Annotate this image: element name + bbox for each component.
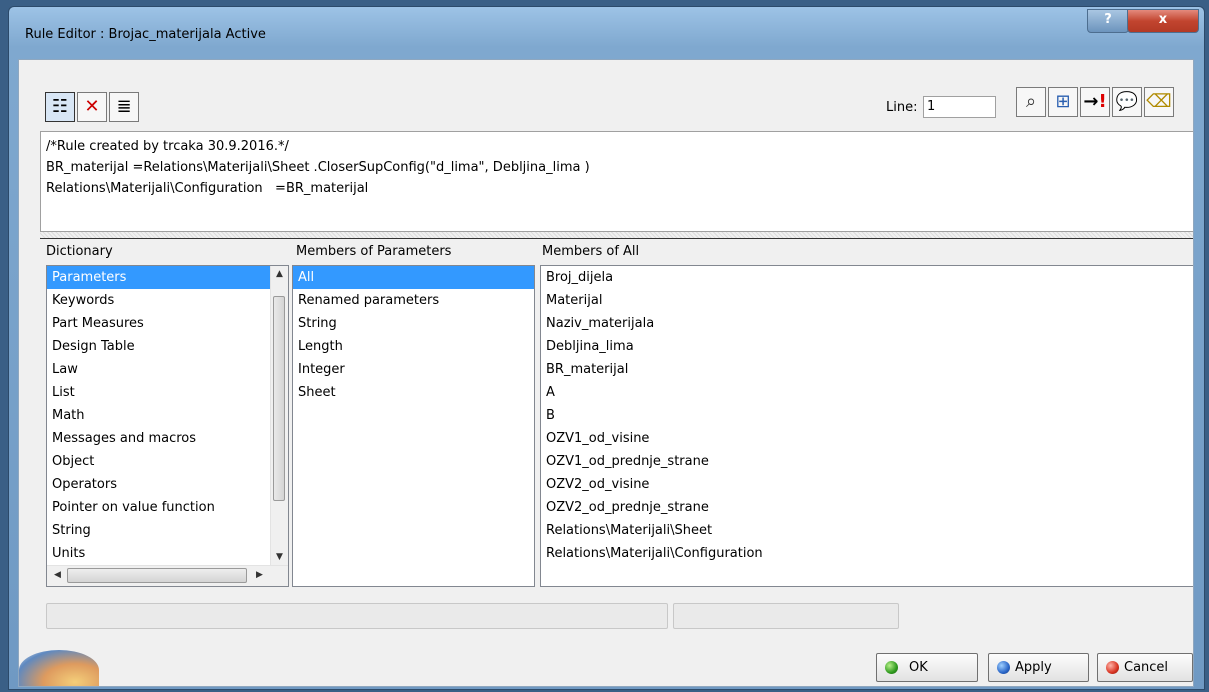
members-all-header: Members of All: [542, 244, 640, 259]
scroll-left-icon[interactable]: ◀: [49, 567, 66, 584]
members-all-item[interactable]: OZV1_od_prednje_strane: [541, 450, 1193, 473]
members-all-item[interactable]: OZV2_od_visine: [541, 473, 1193, 496]
dictionary-item[interactable]: List: [47, 381, 271, 404]
members-all-item[interactable]: A: [541, 381, 1193, 404]
scroll-up-icon[interactable]: ▲: [271, 266, 288, 283]
horizontal-scroll-thumb[interactable]: [67, 568, 247, 583]
line-label: Line:: [886, 100, 918, 115]
dialog-body: ☷ ✕ ≣ Line: 1 ⌕ ⊞ →! 💬 ⌫ /*Rule created …: [18, 59, 1194, 687]
ok-button[interactable]: OK: [876, 653, 978, 682]
dictionary-item[interactable]: String: [47, 519, 271, 542]
members-of-all-list[interactable]: Broj_dijela Materijal Naziv_materijala Debl…: [540, 265, 1193, 587]
eraser-icon[interactable]: ⌫: [1144, 87, 1174, 117]
find-icon[interactable]: ⌕: [1016, 87, 1046, 117]
splitter[interactable]: [40, 232, 1193, 239]
apply-icon: [997, 661, 1010, 674]
code-line: /*Rule created by trcaka 30.9.2016.*/: [46, 139, 289, 154]
go-to-error-icon[interactable]: →!: [1080, 87, 1110, 117]
members-all-item[interactable]: OZV1_od_visine: [541, 427, 1193, 450]
dictionary-horizontal-scrollbar[interactable]: ◀ ▶: [47, 565, 288, 586]
dictionary-vertical-scrollbar[interactable]: ▲ ▼: [270, 266, 288, 566]
tree-icon[interactable]: ☷: [45, 92, 75, 122]
title-bar[interactable]: Rule Editor : Brojac_materijala Active ?…: [9, 7, 1204, 57]
dictionary-item[interactable]: Messages and macros: [47, 427, 271, 450]
members-parameters-item[interactable]: String: [293, 312, 534, 335]
dictionary-item[interactable]: Pointer on value function: [47, 496, 271, 519]
status-field: [46, 603, 668, 629]
dictionary-item[interactable]: Math: [47, 404, 271, 427]
cancel-button[interactable]: Cancel: [1097, 653, 1193, 682]
members-all-item[interactable]: Debljina_lima: [541, 335, 1193, 358]
rule-editor-window: Rule Editor : Brojac_materijala Active ?…: [8, 6, 1205, 690]
apply-label: Apply: [1015, 660, 1052, 675]
browse-icon[interactable]: ⊞: [1048, 87, 1078, 117]
members-all-item[interactable]: Relations\Materijali\Configuration: [541, 542, 1193, 565]
code-line: Relations\Materijali\Configuration =BR_m…: [46, 181, 369, 196]
dictionary-item[interactable]: Keywords: [47, 289, 271, 312]
dictionary-header: Dictionary: [46, 244, 113, 259]
ok-label: OK: [909, 660, 928, 675]
scroll-down-icon[interactable]: ▼: [271, 549, 288, 566]
scroll-thumb[interactable]: [273, 296, 285, 501]
dictionary-item[interactable]: Parameters: [47, 266, 271, 289]
window-title: Rule Editor : Brojac_materijala Active: [25, 27, 266, 42]
line-number-field[interactable]: 1: [923, 96, 996, 118]
members-parameters-item[interactable]: Integer: [293, 358, 534, 381]
dictionary-item[interactable]: Design Table: [47, 335, 271, 358]
members-parameters-item[interactable]: Renamed parameters: [293, 289, 534, 312]
ok-icon: [885, 661, 898, 674]
clear-icon[interactable]: ✕: [77, 92, 107, 122]
dictionary-item[interactable]: Part Measures: [47, 312, 271, 335]
members-all-item[interactable]: B: [541, 404, 1193, 427]
dictionary-item[interactable]: Units: [47, 542, 271, 565]
members-all-item[interactable]: Relations\Materijali\Sheet: [541, 519, 1193, 542]
decorative-logo: [19, 650, 99, 686]
status-field-secondary: [673, 603, 899, 629]
members-all-item[interactable]: Broj_dijela: [541, 266, 1193, 289]
members-all-item[interactable]: Naziv_materijala: [541, 312, 1193, 335]
comment-icon[interactable]: 💬: [1112, 87, 1142, 117]
list-icon[interactable]: ≣: [109, 92, 139, 122]
members-all-item[interactable]: BR_materijal: [541, 358, 1193, 381]
rule-code-editor[interactable]: /*Rule created by trcaka 30.9.2016.*/ BR_…: [40, 131, 1193, 232]
code-line: BR_materijal =Relations\Materijali\Sheet…: [46, 160, 590, 175]
members-parameters-item[interactable]: All: [293, 266, 534, 289]
cancel-label: Cancel: [1124, 660, 1169, 675]
dictionary-item[interactable]: Object: [47, 450, 271, 473]
members-parameters-header: Members of Parameters: [296, 244, 452, 259]
members-parameters-item[interactable]: Length: [293, 335, 534, 358]
cancel-icon: [1106, 661, 1119, 674]
dictionary-item[interactable]: Operators: [47, 473, 271, 496]
dictionary-list[interactable]: Parameters Keywords Part Measures Design Ta…: [46, 265, 289, 587]
members-parameters-item[interactable]: Sheet: [293, 381, 534, 404]
members-of-parameters-list[interactable]: All Renamed parameters String Length Integer…: [292, 265, 535, 587]
members-all-item[interactable]: OZV2_od_prednje_strane: [541, 496, 1193, 519]
close-button[interactable]: x: [1127, 9, 1199, 33]
members-all-item[interactable]: Materijal: [541, 289, 1193, 312]
dictionary-item[interactable]: Law: [47, 358, 271, 381]
help-button[interactable]: ?: [1087, 9, 1129, 33]
scroll-right-icon[interactable]: ▶: [251, 567, 268, 584]
apply-button[interactable]: Apply: [988, 653, 1089, 682]
